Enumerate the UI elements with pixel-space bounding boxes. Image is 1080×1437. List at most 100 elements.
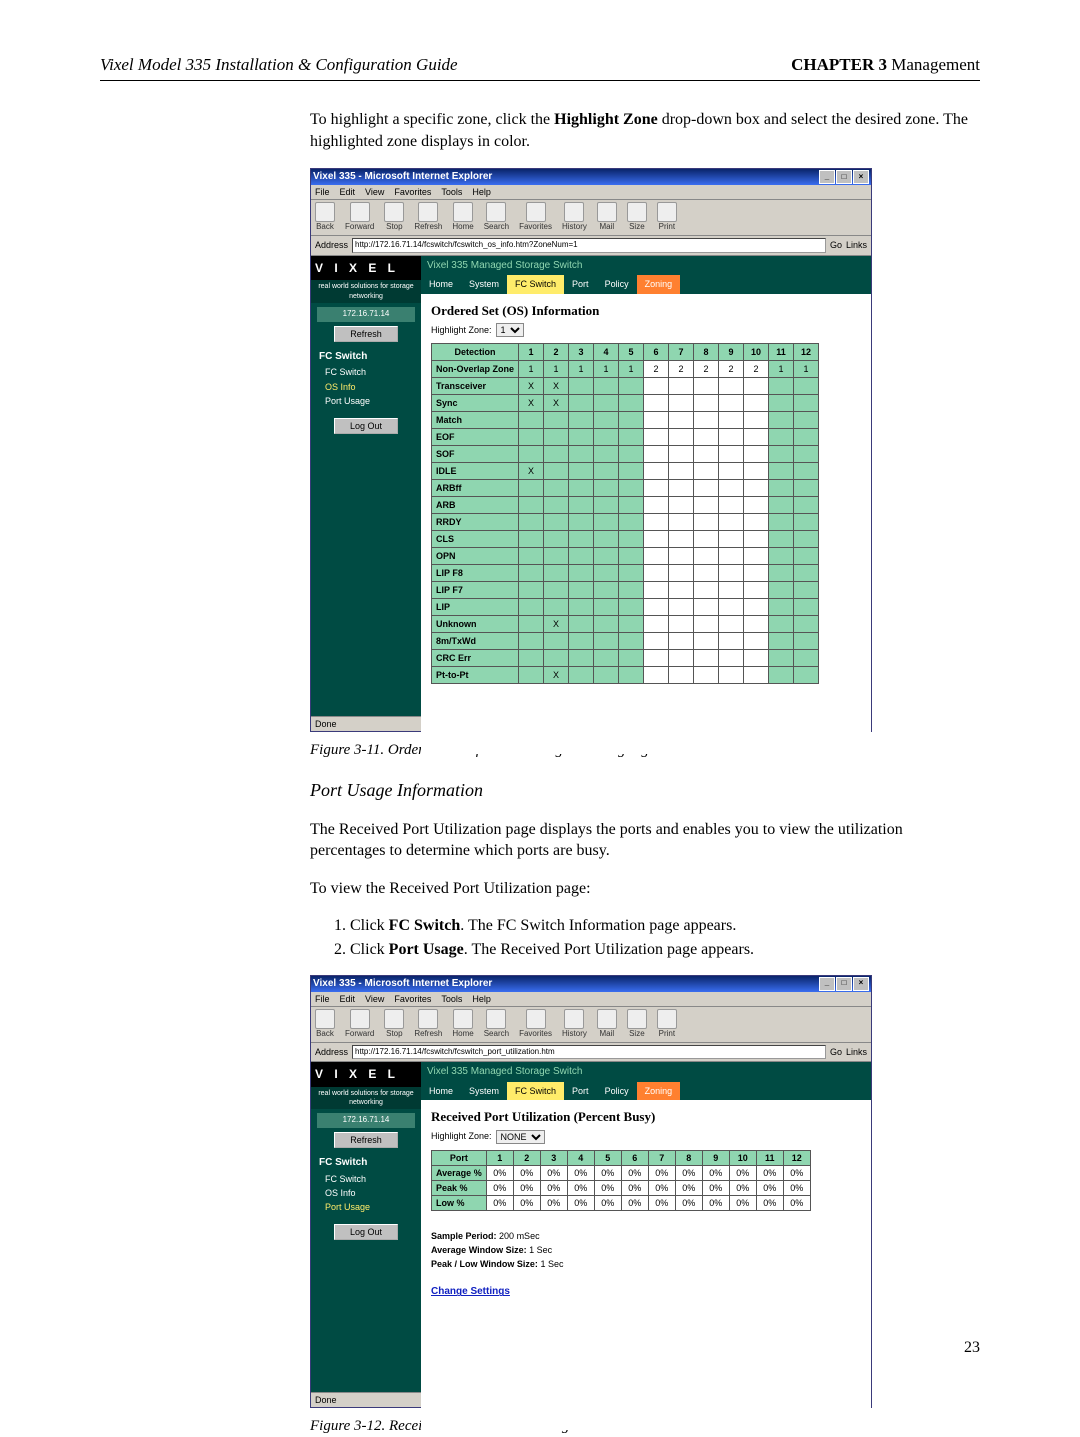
- toolbar: Back Forward Stop Refresh Home Search Favorite…: [311, 1007, 871, 1043]
- toolbar-item[interactable]: Back: [315, 202, 335, 233]
- menu-item[interactable]: Help: [472, 186, 491, 198]
- menu-item[interactable]: View: [365, 186, 384, 198]
- menu-item[interactable]: Tools: [441, 993, 462, 1005]
- menu-item[interactable]: Edit: [340, 186, 356, 198]
- toolbar-item[interactable]: Mail: [597, 202, 617, 233]
- sidebar-item-fcswitch[interactable]: FC Switch: [325, 365, 421, 379]
- toolbar-item[interactable]: Search: [484, 1009, 509, 1040]
- toolbar-item[interactable]: Forward: [345, 202, 374, 233]
- toolbar-item[interactable]: Home: [452, 1009, 473, 1040]
- tab-port[interactable]: Port: [564, 1082, 597, 1100]
- print-icon: [657, 202, 677, 222]
- port-table: Port123456789101112Average %0%0%0%0%0%0%…: [431, 1150, 811, 1212]
- change-settings-link[interactable]: Change Settings: [421, 1271, 871, 1303]
- toolbar-item[interactable]: Size: [627, 1009, 647, 1040]
- tab-policy[interactable]: Policy: [597, 275, 637, 293]
- page-title: Received Port Utilization (Percent Busy): [421, 1100, 871, 1130]
- home-icon: [453, 202, 473, 222]
- address-input[interactable]: http://172.16.71.14/fcswitch/fcswitch_os…: [352, 238, 826, 253]
- header-right: CHAPTER 3 Management: [791, 55, 980, 75]
- tab-fcswitch[interactable]: FC Switch: [507, 275, 564, 293]
- refresh-button[interactable]: Refresh: [334, 326, 398, 342]
- links-button[interactable]: Links: [846, 1046, 867, 1058]
- tab-port[interactable]: Port: [564, 275, 597, 293]
- menu-item[interactable]: File: [315, 993, 330, 1005]
- logout-button[interactable]: Log Out: [334, 418, 398, 434]
- os-table: Detection123456789101112Non-Overlap Zone…: [431, 343, 819, 684]
- tab-zoning[interactable]: Zoning: [637, 1082, 681, 1100]
- step-1: Click FC Switch. The FC Switch Informati…: [350, 915, 980, 937]
- intro-paragraph: To highlight a specific zone, click the …: [310, 109, 980, 152]
- maximize-icon[interactable]: □: [836, 977, 852, 991]
- back-icon: [315, 1009, 335, 1029]
- go-button[interactable]: Go: [830, 239, 842, 251]
- ie-window-fig1: Vixel 335 - Microsoft Internet Explorer …: [310, 168, 872, 732]
- toolbar-item[interactable]: History: [562, 1009, 587, 1040]
- go-button[interactable]: Go: [830, 1046, 842, 1058]
- menu-item[interactable]: Favorites: [394, 186, 431, 198]
- home-icon: [453, 1009, 473, 1029]
- toolbar-item[interactable]: Size: [627, 202, 647, 233]
- highlight-zone-select[interactable]: 1: [496, 323, 524, 337]
- search-icon: [486, 1009, 506, 1029]
- tab-zoning[interactable]: Zoning: [637, 275, 681, 293]
- sidebar-item-osinfo[interactable]: OS Info: [325, 1186, 421, 1200]
- toolbar-item[interactable]: Print: [657, 202, 677, 233]
- refresh-button[interactable]: Refresh: [334, 1132, 398, 1148]
- toolbar-item[interactable]: Print: [657, 1009, 677, 1040]
- sidebar-item-fcswitch[interactable]: FC Switch: [325, 1172, 421, 1186]
- menu-item[interactable]: View: [365, 993, 384, 1005]
- forward-icon: [350, 1009, 370, 1029]
- refresh-icon: [418, 1009, 438, 1029]
- address-bar: Address http://172.16.71.14/fcswitch/fcs…: [311, 236, 871, 256]
- sidebar-item-osinfo[interactable]: OS Info: [325, 380, 421, 394]
- toolbar-item[interactable]: Home: [452, 202, 473, 233]
- back-icon: [315, 202, 335, 222]
- menu-item[interactable]: Favorites: [394, 993, 431, 1005]
- tab-fcswitch[interactable]: FC Switch: [507, 1082, 564, 1100]
- forward-icon: [350, 202, 370, 222]
- address-input[interactable]: http://172.16.71.14/fcswitch/fcswitch_po…: [352, 1045, 826, 1060]
- toolbar-item[interactable]: Search: [484, 202, 509, 233]
- tab-home[interactable]: Home: [421, 275, 461, 293]
- toolbar-item[interactable]: Mail: [597, 1009, 617, 1040]
- maximize-icon[interactable]: □: [836, 170, 852, 184]
- tab-system[interactable]: System: [461, 275, 507, 293]
- size-icon: [627, 202, 647, 222]
- toolbar-item[interactable]: Stop: [384, 202, 404, 233]
- toolbar-item[interactable]: Back: [315, 1009, 335, 1040]
- page-header: Vixel Model 335 Installation & Configura…: [100, 55, 980, 81]
- menu-item[interactable]: Tools: [441, 186, 462, 198]
- product-title: Vixel 335 Managed Storage Switch: [421, 256, 871, 276]
- titlebar: Vixel 335 - Microsoft Internet Explorer …: [311, 169, 871, 185]
- tab-row: HomeSystemFC SwitchPortPolicyZoning: [421, 275, 871, 293]
- tab-policy[interactable]: Policy: [597, 1082, 637, 1100]
- toolbar-item[interactable]: Forward: [345, 1009, 374, 1040]
- sidebar-item-portusage[interactable]: Port Usage: [325, 394, 421, 408]
- toolbar-item[interactable]: Favorites: [519, 202, 552, 233]
- mail-icon: [597, 202, 617, 222]
- toolbar-item[interactable]: Refresh: [414, 1009, 442, 1040]
- links-button[interactable]: Links: [846, 239, 867, 251]
- tab-system[interactable]: System: [461, 1082, 507, 1100]
- highlight-zone-select[interactable]: NONE: [496, 1130, 545, 1144]
- logout-button[interactable]: Log Out: [334, 1224, 398, 1240]
- tab-home[interactable]: Home: [421, 1082, 461, 1100]
- menubar: File Edit View Favorites Tools Help: [311, 992, 871, 1007]
- sidebar: V I X E L real world solutions for stora…: [311, 256, 421, 716]
- toolbar-item[interactable]: Refresh: [414, 202, 442, 233]
- menu-item[interactable]: Help: [472, 993, 491, 1005]
- minimize-icon[interactable]: _: [819, 977, 835, 991]
- ip-label: 172.16.71.14: [317, 307, 415, 322]
- favorites-icon: [526, 1009, 546, 1029]
- menu-item[interactable]: Edit: [340, 993, 356, 1005]
- close-icon[interactable]: ×: [853, 977, 869, 991]
- step-2: Click Port Usage. The Received Port Util…: [350, 939, 980, 961]
- toolbar-item[interactable]: Stop: [384, 1009, 404, 1040]
- menu-item[interactable]: File: [315, 186, 330, 198]
- minimize-icon[interactable]: _: [819, 170, 835, 184]
- close-icon[interactable]: ×: [853, 170, 869, 184]
- sidebar-item-portusage[interactable]: Port Usage: [325, 1200, 421, 1214]
- toolbar-item[interactable]: History: [562, 202, 587, 233]
- toolbar-item[interactable]: Favorites: [519, 1009, 552, 1040]
